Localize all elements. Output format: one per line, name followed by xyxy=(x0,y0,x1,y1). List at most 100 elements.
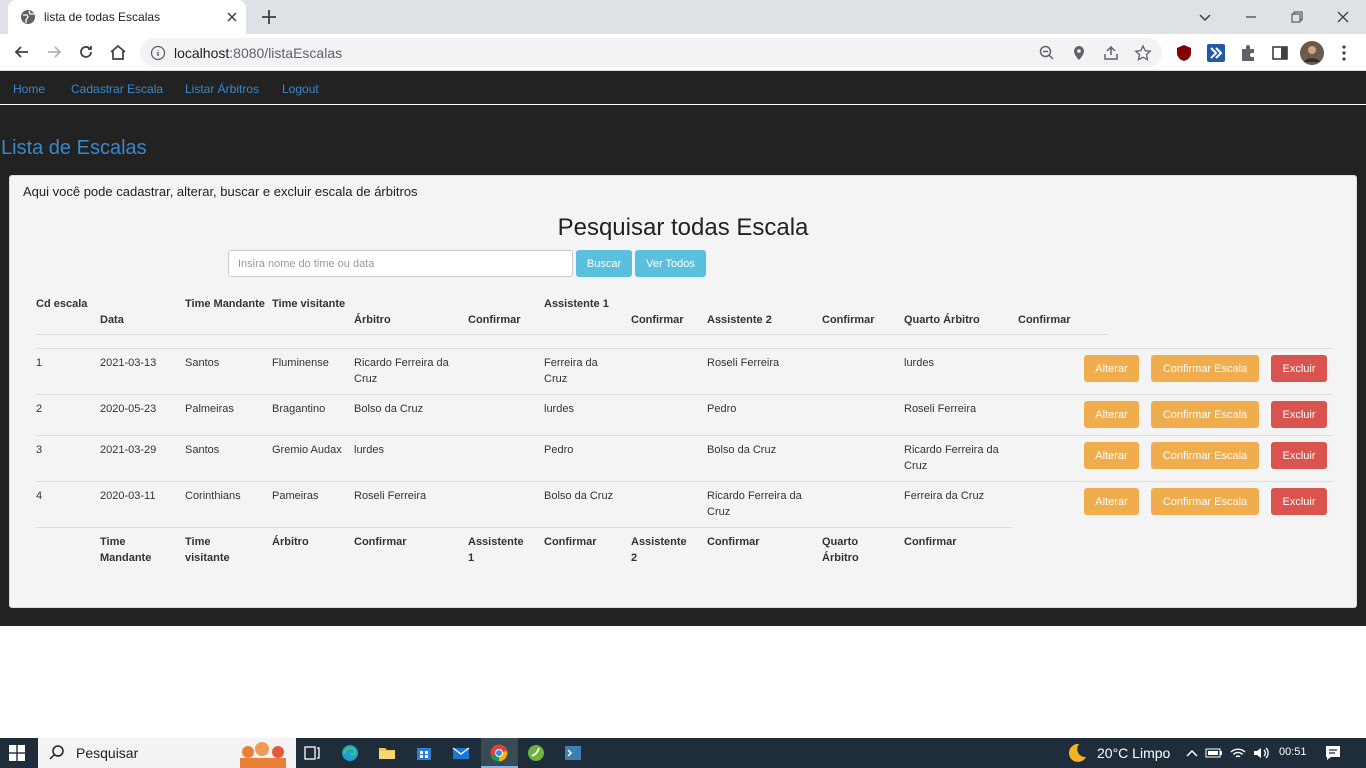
browser-toolbar: localhost:8080/listaEscalas xyxy=(0,34,1366,71)
taskbar: Pesquisar 20°C Limpo 00:51 xyxy=(0,738,1366,768)
confirmar-escala-button[interactable]: Confirmar Escala xyxy=(1151,488,1259,515)
table-cell: Bragantino xyxy=(272,403,326,415)
taskbar-search-box[interactable]: Pesquisar xyxy=(38,738,296,768)
table-cell: Santos xyxy=(185,444,220,456)
close-window-icon[interactable] xyxy=(1332,6,1354,28)
back-icon[interactable] xyxy=(12,42,32,62)
search-input[interactable] xyxy=(228,250,573,277)
volume-icon[interactable] xyxy=(1251,743,1271,763)
table-cell: Pedro xyxy=(544,444,574,456)
restore-icon[interactable] xyxy=(1286,6,1308,28)
intro-text: Aqui você pode cadastrar, alterar, busca… xyxy=(23,184,418,199)
table-header-cell: Assistente 1 xyxy=(544,298,609,310)
buscar-button[interactable]: Buscar xyxy=(576,250,632,277)
table-header-cell: Confirmar xyxy=(468,314,521,326)
media-extension-icon[interactable] xyxy=(1206,43,1226,63)
bookmark-star-icon[interactable] xyxy=(1134,44,1152,62)
table-cell: Bolso da Cruz xyxy=(707,444,777,456)
location-icon[interactable] xyxy=(1070,44,1088,62)
menu-kebab-icon[interactable] xyxy=(1334,43,1354,63)
nav-cadastrar-escala-link[interactable]: Cadastrar Escala xyxy=(71,82,163,96)
wifi-icon[interactable] xyxy=(1228,743,1248,763)
windows-start-icon[interactable] xyxy=(9,745,25,761)
table-footer-cell: Confirmar xyxy=(904,536,957,548)
excluir-button[interactable]: Excluir xyxy=(1271,355,1327,382)
table-cell: 3 xyxy=(36,444,43,456)
search-icon xyxy=(49,745,64,760)
table-cell: lurdes xyxy=(904,357,934,369)
weather-text[interactable]: 20°C Limpo xyxy=(1097,745,1170,761)
store-icon[interactable] xyxy=(414,743,434,763)
excluir-button[interactable]: Excluir xyxy=(1271,401,1327,428)
side-panel-icon[interactable] xyxy=(1270,43,1290,63)
table-footer-cell: Time Mandante xyxy=(100,536,152,564)
nav-listar-arbitros-link[interactable]: Listar Árbitros xyxy=(185,82,259,96)
search-highlight-people-icon xyxy=(240,742,286,768)
close-tab-icon[interactable] xyxy=(224,9,240,25)
alterar-button[interactable]: Alterar xyxy=(1084,442,1139,469)
task-view-icon[interactable] xyxy=(302,743,322,763)
table-cell: 4 xyxy=(36,490,43,502)
table-cell: Ricardo Ferreira da Cruz xyxy=(904,444,999,472)
spring-tool-icon[interactable] xyxy=(526,743,546,763)
tab-search-chevron-icon[interactable] xyxy=(1194,6,1216,28)
chevron-up-icon[interactable] xyxy=(1182,743,1202,763)
table-cell: Bolso da Cruz xyxy=(354,403,424,415)
nav-home-link[interactable]: Home xyxy=(13,82,45,96)
zoom-out-icon[interactable] xyxy=(1038,44,1056,62)
table-cell: 2 xyxy=(36,403,43,415)
terminal-app-icon[interactable] xyxy=(563,743,583,763)
forward-icon[interactable] xyxy=(44,42,64,62)
table-cell: 2021-03-13 xyxy=(100,357,157,369)
address-bar[interactable]: localhost:8080/listaEscalas xyxy=(140,38,1162,67)
excluir-button[interactable]: Excluir xyxy=(1271,442,1327,469)
table-cell: lurdes xyxy=(354,444,384,456)
confirmar-escala-button[interactable]: Confirmar Escala xyxy=(1151,442,1259,469)
table-footer-cell: Assistente 1 xyxy=(468,536,524,564)
table-cell: Roseli Ferreira xyxy=(707,357,780,369)
table-row-divider xyxy=(36,527,1012,528)
clock-time[interactable]: 00:51 xyxy=(1279,746,1307,758)
mail-icon[interactable] xyxy=(451,743,471,763)
table-row-divider xyxy=(36,394,1333,395)
chrome-icon xyxy=(490,744,508,762)
table-cell: Ferreira da Cruz xyxy=(904,490,985,502)
notifications-icon[interactable] xyxy=(1323,743,1343,763)
alterar-button[interactable]: Alterar xyxy=(1084,401,1139,428)
ver-todos-button[interactable]: Ver Todos xyxy=(635,250,706,277)
table-header-cell: Árbitro xyxy=(354,314,391,326)
nav-logout-link[interactable]: Logout xyxy=(282,82,319,96)
table-header-cell: Data xyxy=(100,314,124,326)
table-header-divider xyxy=(36,348,1333,349)
table-cell: Roseli Ferreira xyxy=(354,490,427,502)
table-header-cell: Time Mandante xyxy=(185,298,265,310)
url-text: localhost:8080/listaEscalas xyxy=(174,45,342,61)
confirmar-escala-button[interactable]: Confirmar Escala xyxy=(1151,401,1259,428)
new-tab-icon[interactable] xyxy=(260,8,278,26)
table-cell: 1 xyxy=(36,357,43,369)
reload-icon[interactable] xyxy=(76,42,96,62)
confirmar-escala-button[interactable]: Confirmar Escala xyxy=(1151,355,1259,382)
table-header-cell: Assistente 2 xyxy=(707,314,772,326)
battery-icon[interactable] xyxy=(1204,743,1224,763)
edge-browser-icon[interactable] xyxy=(340,743,360,763)
alterar-button[interactable]: Alterar xyxy=(1084,355,1139,382)
chrome-taskbar-button[interactable] xyxy=(481,738,518,768)
table-cell: Bolso da Cruz xyxy=(544,490,614,502)
ublock-extension-icon[interactable] xyxy=(1174,43,1194,63)
home-icon[interactable] xyxy=(108,42,128,62)
alterar-button[interactable]: Alterar xyxy=(1084,488,1139,515)
share-icon[interactable] xyxy=(1102,44,1120,62)
file-explorer-icon[interactable] xyxy=(377,743,397,763)
page-title: Lista de Escalas xyxy=(1,137,147,159)
table-footer-cell: Confirmar xyxy=(707,536,760,548)
globe-icon xyxy=(21,10,35,24)
site-info-icon[interactable] xyxy=(150,45,166,61)
weather-moon-icon xyxy=(1068,743,1086,762)
table-cell: 2020-03-11 xyxy=(100,490,156,502)
profile-avatar[interactable] xyxy=(1300,41,1324,65)
extensions-puzzle-icon[interactable] xyxy=(1238,43,1258,63)
browser-tab[interactable]: lista de todas Escalas xyxy=(8,0,246,34)
excluir-button[interactable]: Excluir xyxy=(1271,488,1327,515)
minimize-icon[interactable] xyxy=(1240,6,1262,28)
